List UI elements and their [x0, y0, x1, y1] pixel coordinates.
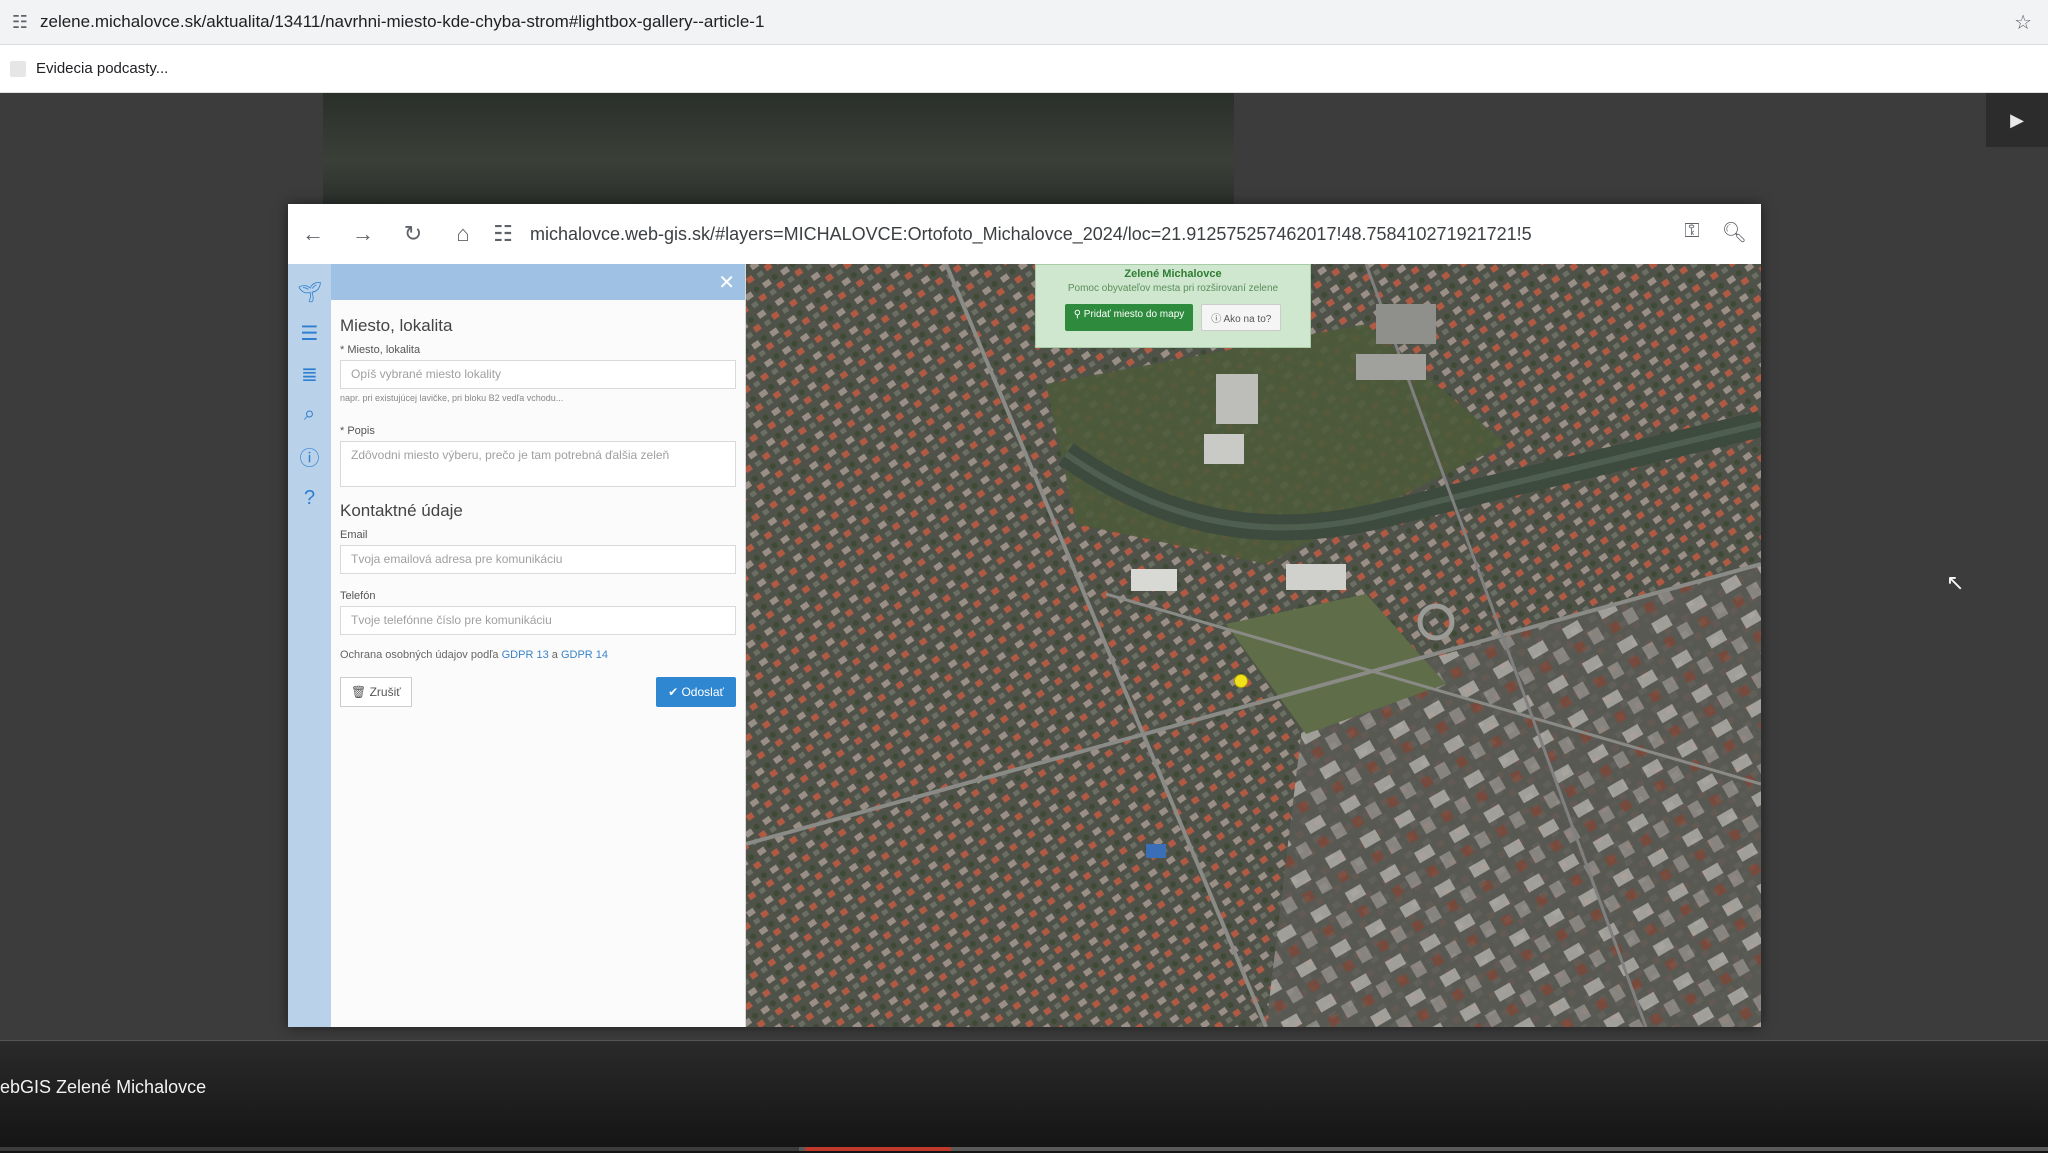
email-field[interactable]: Tvoja emailová adresa pre komunikáciu: [340, 545, 736, 574]
bookmark-item[interactable]: Evidecia podcasty...: [36, 60, 168, 77]
place-hint: napr. pri existujúcej lavičke, pri bloku…: [340, 393, 564, 403]
back-icon[interactable]: ←: [288, 221, 338, 247]
inner-browser-window: ← → ↻ ⌂ ☷ michalovce.web-gis.sk/#layers=…: [288, 204, 1761, 1027]
map-banner: Zelené Michalovce Pomoc obyvateľov mesta…: [1035, 264, 1311, 348]
trash-icon: 🗑︎: [351, 685, 367, 699]
how-to-button[interactable]: ⓘ Ako na to?: [1201, 304, 1282, 331]
gdpr-and: a: [551, 649, 558, 661]
add-place-label: Pridať miesto do mapy: [1083, 309, 1185, 320]
aerial-orthophoto: [746, 264, 1761, 1027]
info-icon: ⓘ: [1211, 314, 1222, 325]
email-label: Email: [340, 529, 368, 541]
selected-location-marker[interactable]: [1234, 674, 1248, 688]
menu-icon[interactable]: ☰: [288, 321, 331, 346]
site-settings-icon[interactable]: ☷: [0, 12, 40, 33]
inner-url[interactable]: michalovce.web-gis.sk/#layers=MICHALOVCE…: [530, 224, 1532, 245]
video-player-bar: ebGIS Zelené Michalovce: [0, 1040, 2048, 1153]
help-icon[interactable]: ?: [288, 487, 331, 510]
check-icon: ✔: [668, 685, 679, 699]
suggest-place-form: ✕ Miesto, lokalita * Miesto, lokalita Op…: [331, 264, 746, 1027]
banner-title: Zelené Michalovce: [1124, 268, 1222, 280]
cancel-label: Zrušiť: [369, 685, 401, 699]
send-button[interactable]: ✔ Odoslať: [656, 677, 736, 707]
search-icon[interactable]: ⌕: [288, 403, 331, 426]
phone-label: Telefón: [340, 590, 376, 602]
outer-address-bar: ☷ zelene.michalovce.sk/aktualita/13411/n…: [0, 0, 2048, 45]
gdpr-notice: Ochrana osobných údajov podľa GDPR 13 a …: [340, 649, 736, 661]
gdpr-14-link[interactable]: GDPR 14: [561, 649, 608, 661]
section-title-contact: Kontaktné údaje: [340, 501, 463, 520]
mouse-cursor-icon: ↖: [1946, 570, 1965, 595]
section-title-place: Miesto, lokalita: [340, 316, 453, 335]
cancel-button[interactable]: 🗑︎ Zrušiť: [340, 677, 412, 707]
place-label: * Miesto, lokalita: [340, 344, 421, 356]
home-icon[interactable]: ⌂: [438, 221, 488, 247]
gdpr-13-link[interactable]: GDPR 13: [502, 649, 549, 661]
reload-icon[interactable]: ↻: [388, 221, 438, 247]
banner-subtitle: Pomoc obyvateľov mesta pri rozširovaní z…: [1067, 283, 1279, 294]
bookmark-star-icon[interactable]: ☆: [2014, 10, 2032, 35]
pin-icon: ⚲: [1073, 309, 1082, 320]
app-sidebar: 🌱︎ ☰ ≣ ⌕ ⓘ ?: [288, 264, 331, 1027]
site-settings-icon[interactable]: ☷: [488, 221, 518, 247]
description-textarea[interactable]: Zdôvodni miesto výberu, prečo je tam pot…: [340, 441, 736, 487]
zoom-icon[interactable]: 🔍︎: [1722, 220, 1747, 245]
password-key-icon[interactable]: ⚿: [1684, 220, 1699, 245]
info-icon[interactable]: ⓘ: [288, 442, 331, 471]
inner-address-bar: ← → ↻ ⌂ ☷ michalovce.web-gis.sk/#layers=…: [288, 204, 1761, 265]
map-view[interactable]: Zelené Michalovce Pomoc obyvateľov mesta…: [746, 264, 1761, 1027]
next-arrow-button[interactable]: ▶: [1986, 93, 2048, 147]
close-icon[interactable]: ✕: [718, 270, 735, 295]
bookmark-favicon: [10, 60, 26, 77]
article-image: [323, 93, 1234, 205]
add-place-button[interactable]: ⚲ Pridať miesto do mapy: [1064, 304, 1194, 331]
video-title: ebGIS Zelené Michalovce: [0, 1077, 207, 1097]
place-input[interactable]: Opíš vybrané miesto lokality: [340, 360, 736, 389]
how-to-label: Ako na to?: [1223, 314, 1272, 325]
phone-field[interactable]: Tvoje telefónne číslo pre komunikáciu: [340, 606, 736, 635]
outer-url[interactable]: zelene.michalovce.sk/aktualita/13411/nav…: [40, 12, 764, 32]
send-label: Odoslať: [681, 685, 724, 699]
progress-played-segment: [805, 1147, 951, 1151]
gdpr-text: Ochrana osobných údajov podľa: [340, 649, 499, 661]
bookmarks-bar: Evidecia podcasty...: [0, 45, 2048, 93]
logo-icon: 🌱︎: [296, 282, 323, 304]
form-header: ✕: [331, 264, 745, 300]
forward-icon[interactable]: →: [338, 221, 388, 247]
progress-fill: [0, 1147, 799, 1151]
description-label: * Popis: [340, 425, 375, 437]
video-progress-bar[interactable]: [0, 1147, 2048, 1151]
list-icon[interactable]: ≣: [288, 362, 331, 387]
